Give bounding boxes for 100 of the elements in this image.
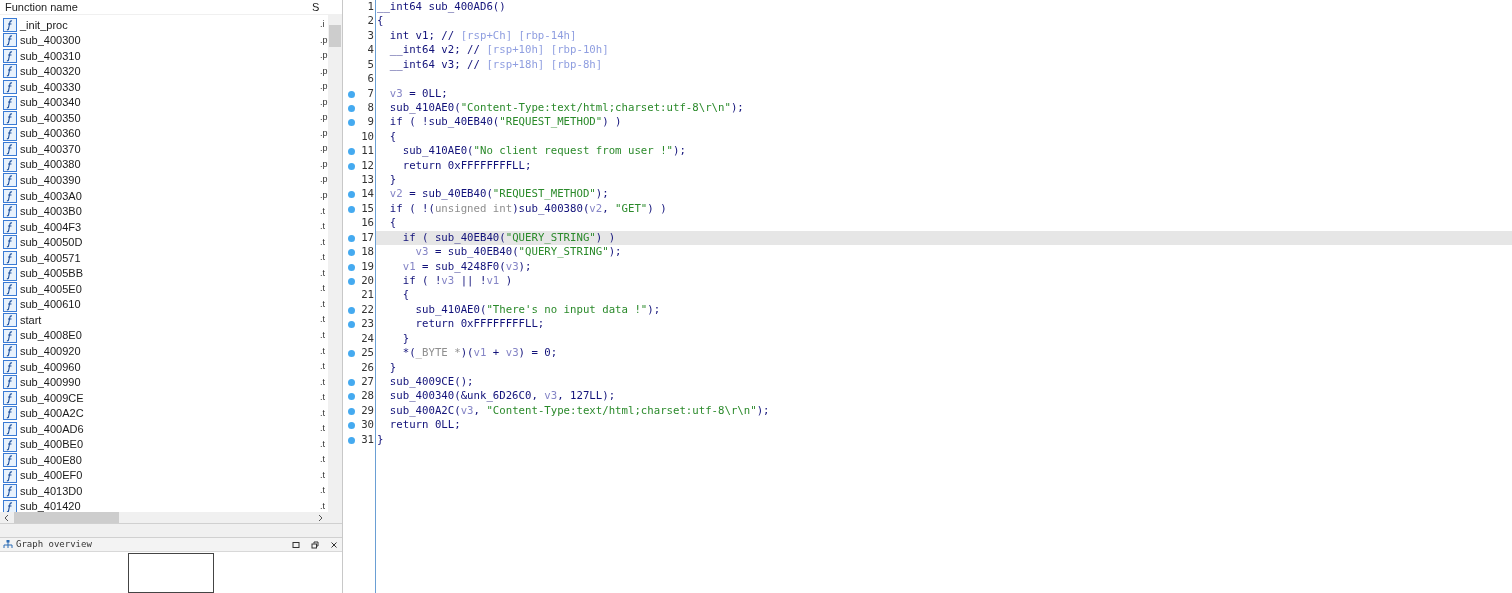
line-number: 19: [361, 259, 374, 275]
function-name[interactable]: sub_400EF0: [20, 467, 317, 484]
function-name[interactable]: sub_400571: [20, 249, 317, 267]
segment-cell: .p: [320, 142, 328, 156]
segment-cell: .p: [320, 111, 328, 125]
function-name[interactable]: sub_401420: [20, 498, 317, 512]
segment-cell-text: .t: [320, 204, 326, 218]
segment-cell-text: .p: [320, 33, 328, 47]
function-icon: [3, 359, 17, 374]
function-icon: [3, 79, 17, 94]
function-name[interactable]: sub_400350: [20, 109, 317, 127]
function-name[interactable]: _init_proc: [20, 16, 317, 34]
segment-cell-text: .i: [320, 18, 326, 31]
code-line: return 0LL;: [388, 418, 461, 433]
function-name[interactable]: sub_4013D0: [20, 482, 317, 500]
segment-cell-text: .t: [320, 220, 326, 234]
line-number: 3: [367, 28, 374, 44]
column-header[interactable]: Function name: [0, 0, 312, 16]
function-name[interactable]: sub_400BE0: [20, 436, 317, 453]
function-name[interactable]: sub_400390: [20, 172, 317, 189]
function-name[interactable]: sub_4008E0: [20, 327, 317, 344]
function-name[interactable]: sub_4003A0: [20, 187, 317, 205]
function-name[interactable]: sub_400610: [20, 296, 317, 313]
segment-cell-text: .t: [320, 344, 326, 358]
function-name[interactable]: sub_400960: [20, 358, 317, 376]
column-header[interactable]: S: [312, 0, 320, 16]
code-line: v3 = 0LL;: [388, 86, 448, 101]
function-name[interactable]: sub_4003B0: [20, 203, 317, 220]
scroll-right-icon[interactable]: [316, 513, 324, 522]
segment-cell-text: .t: [320, 282, 326, 296]
function-name[interactable]: sub_400360: [20, 125, 317, 142]
line-number: 23: [361, 317, 374, 332]
segment-cell: .p: [320, 189, 328, 203]
function-icon: [3, 297, 17, 312]
function-name[interactable]: start: [20, 311, 317, 329]
line-number: 13: [361, 173, 374, 188]
function-icon: [3, 126, 17, 141]
function-name[interactable]: sub_400340: [20, 94, 317, 111]
code-line: return 0xFFFFFFFFLL;: [414, 317, 545, 332]
code-line: {: [388, 216, 397, 231]
function-icon: [3, 468, 17, 483]
function-name[interactable]: sub_400380: [20, 156, 317, 173]
segment-cell-text: .t: [320, 422, 326, 436]
function-icon: [3, 313, 17, 328]
code-line: sub_400340(&unk_6D26C0, v3, 127LL);: [388, 389, 616, 404]
segment-cell-text: .t: [320, 391, 326, 405]
function-name[interactable]: sub_4009CE: [20, 389, 317, 407]
line-number: 29: [361, 403, 374, 419]
function-icon: [3, 204, 17, 219]
code-line: sub_410AE0("No client request from user !");: [401, 144, 686, 159]
overview-frame[interactable]: [128, 553, 214, 593]
function-name[interactable]: sub_400330: [20, 78, 317, 96]
segment-cell-text: .t: [320, 360, 326, 374]
line-number: 6: [367, 72, 374, 87]
function-name[interactable]: sub_400990: [20, 374, 317, 391]
segment-cell-text: .t: [320, 313, 326, 327]
function-icon: [3, 484, 17, 499]
code-line: v1 = sub_4248F0(v3);: [401, 259, 532, 275]
function-icon: [3, 157, 17, 172]
segment-cell: .p: [320, 49, 328, 63]
function-icon: [3, 406, 17, 421]
vertical-scrollbar[interactable]: [328, 15, 342, 512]
function-name[interactable]: sub_400300: [20, 32, 317, 49]
function-icon: [3, 173, 17, 188]
function-icon: [3, 33, 17, 48]
function-name[interactable]: sub_400AD6: [20, 420, 317, 438]
line-number: 26: [361, 360, 374, 375]
function-name[interactable]: sub_4005E0: [20, 280, 317, 298]
function-name[interactable]: sub_40050D: [20, 234, 317, 251]
scroll-left-icon[interactable]: [3, 513, 11, 522]
function-name[interactable]: sub_400320: [20, 63, 317, 80]
function-icon: [3, 499, 17, 512]
function-icon: [3, 48, 17, 63]
line-number: 11: [361, 144, 374, 159]
maximize-icon[interactable]: [292, 540, 300, 549]
function-name[interactable]: sub_400310: [20, 47, 317, 65]
function-name[interactable]: sub_4004F3: [20, 218, 317, 236]
line-number: 4: [367, 43, 374, 58]
restore-icon[interactable]: [311, 540, 319, 549]
code-line: __int64 v3; // [rsp+18h] [rbp-8h]: [388, 57, 603, 73]
function-icon: [3, 437, 17, 452]
function-name[interactable]: sub_400E80: [20, 451, 317, 469]
function-icon: [3, 344, 17, 359]
horizontal-scrollbar[interactable]: [0, 512, 342, 524]
line-number: 7: [367, 86, 374, 101]
line-number: 17: [361, 230, 374, 246]
code-line: __int64 sub_400AD6(): [377, 0, 506, 15]
function-name[interactable]: sub_400370: [20, 140, 317, 158]
function-icon: [3, 328, 17, 343]
line-number: 24: [361, 331, 374, 347]
code-line: }: [388, 360, 397, 375]
segment-cell-text: .t: [320, 484, 326, 498]
function-name[interactable]: sub_400920: [20, 343, 317, 360]
code-line: {: [388, 129, 397, 145]
function-name[interactable]: sub_4005BB: [20, 265, 317, 282]
line-number: 18: [361, 245, 374, 260]
close-icon[interactable]: [330, 540, 338, 549]
code-line: __int64 v2; // [rsp+10h] [rbp-10h]: [388, 43, 609, 58]
code-line: sub_400A2C(v3, "Content-Type:text/html;charset:utf-8\r\n");: [388, 403, 770, 419]
function-name[interactable]: sub_400A2C: [20, 405, 317, 422]
